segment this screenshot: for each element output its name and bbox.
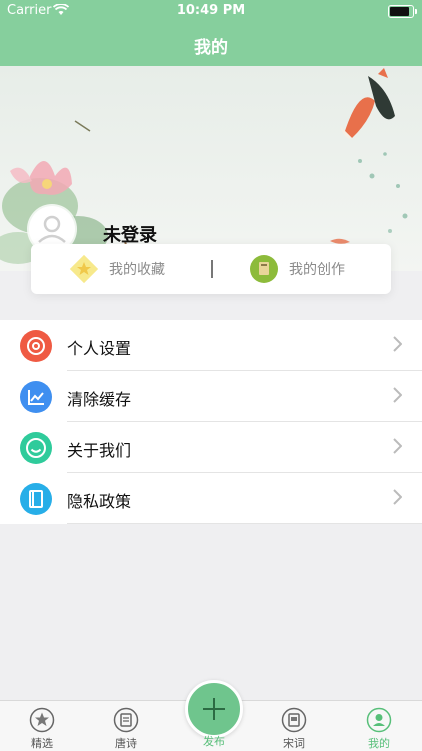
divider: [211, 260, 213, 278]
tab-featured[interactable]: 精选: [12, 707, 72, 751]
gear-icon: [20, 330, 52, 362]
list-item-about-us[interactable]: 关于我们: [0, 422, 422, 473]
tab-mine[interactable]: 我的: [349, 707, 409, 751]
chevron-right-icon: [393, 489, 402, 505]
chevron-right-icon: [393, 438, 402, 454]
chevron-right-icon: [393, 387, 402, 403]
quick-actions-card: 我的收藏 我的创作: [31, 244, 391, 294]
tab-label: 唐诗: [115, 737, 137, 750]
page-title: 我的: [194, 38, 228, 58]
star-icon: [69, 254, 99, 284]
plus-icon: [203, 698, 225, 720]
list-item-clear-cache[interactable]: 清除缓存: [0, 371, 422, 422]
favorites-label: 我的收藏: [109, 262, 165, 278]
creations-button[interactable]: 我的创作: [249, 244, 345, 294]
document-icon: [20, 483, 52, 515]
battery-icon: [388, 5, 417, 18]
scroll-icon: [113, 707, 139, 733]
list-item-privacy-policy[interactable]: 隐私政策: [0, 473, 422, 524]
tab-label: 我的: [368, 737, 390, 750]
list-item-label: 清除缓存: [67, 390, 132, 409]
top-bar: Carrier 10:49 PM 我的: [0, 0, 422, 66]
user-icon: [366, 707, 392, 733]
book-icon: [250, 255, 278, 283]
chart-icon: [20, 381, 52, 413]
chevron-right-icon: [393, 336, 402, 352]
book-icon: [281, 707, 307, 733]
status-bar: Carrier 10:49 PM: [0, 0, 422, 22]
favorites-button[interactable]: 我的收藏: [69, 244, 165, 294]
clock: 10:49 PM: [176, 3, 246, 18]
list-item-label: 个人设置: [67, 339, 132, 358]
star-icon: [29, 707, 55, 733]
tab-label: 宋词: [283, 737, 305, 750]
settings-list: 个人设置 清除缓存 关于我们 隐私政策: [0, 320, 422, 524]
smile-icon: [20, 432, 52, 464]
profile-banner: 未登录: [0, 66, 422, 271]
publish-label: 发布: [203, 735, 225, 748]
list-item-label: 隐私政策: [67, 492, 132, 511]
tab-label: 精选: [31, 737, 53, 750]
separator: [67, 523, 422, 524]
list-item-label: 关于我们: [67, 441, 132, 460]
tab-tang-poems[interactable]: 唐诗: [96, 707, 156, 751]
list-item-personal-settings[interactable]: 个人设置: [0, 320, 422, 371]
tab-song-ci[interactable]: 宋词: [264, 707, 324, 751]
publish-button[interactable]: [185, 680, 243, 738]
creations-label: 我的创作: [289, 262, 345, 278]
